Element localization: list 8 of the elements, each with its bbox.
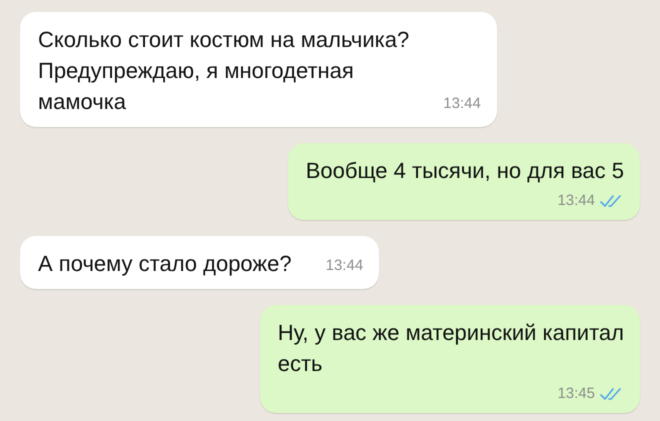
message-time: 13:44 (443, 95, 481, 113)
message-time: 13:44 (557, 192, 595, 210)
message-text: Вообще 4 тысячи, но для вас 5 (306, 158, 624, 183)
message-time: 13:44 (326, 257, 364, 275)
message-time: 13:45 (557, 385, 595, 403)
message-text: А почему стало дороже? (38, 250, 292, 278)
message-text: Сколько стоит костюм на мальчика? Предупреждаю, я многодетная мамочка (38, 26, 410, 116)
message-text: Ну, у вас же материнский капитал есть (278, 320, 624, 376)
